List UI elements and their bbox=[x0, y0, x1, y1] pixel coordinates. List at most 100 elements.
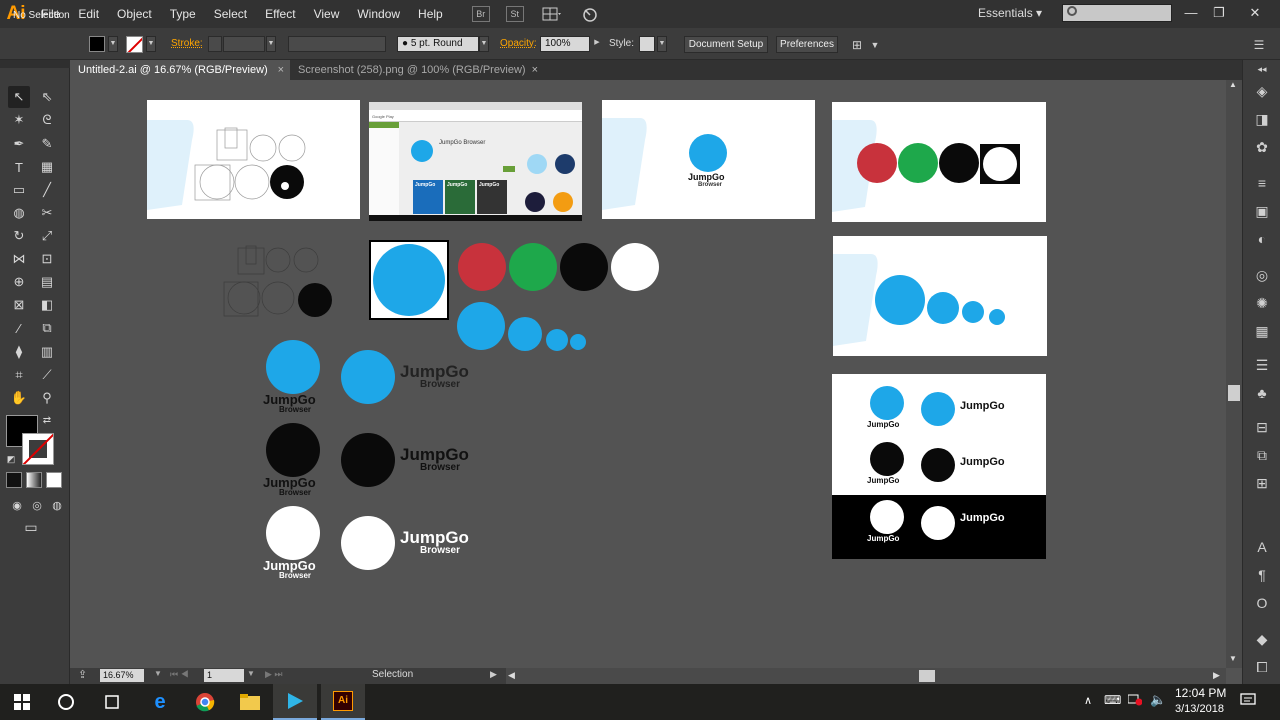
collapse-icon[interactable]: ◂◂ bbox=[1253, 60, 1271, 78]
network-error-icon[interactable] bbox=[1127, 692, 1143, 706]
media-player-icon[interactable] bbox=[273, 684, 317, 720]
last-artboard-icon[interactable]: ▶ ⏭ bbox=[265, 669, 283, 680]
line-tool-icon[interactable]: ▦ bbox=[36, 156, 58, 178]
jumpgo-logo-mark[interactable] bbox=[341, 350, 395, 404]
scroll-thumb[interactable] bbox=[1228, 385, 1240, 401]
shaper-tool-icon[interactable]: ◍ bbox=[8, 202, 30, 224]
perspective-grid-tool-icon[interactable]: ▤ bbox=[36, 271, 58, 293]
chevron-down-icon[interactable]: ▼ bbox=[479, 36, 489, 52]
stroke-swatch[interactable] bbox=[126, 36, 143, 53]
jumpgo-logo-mark[interactable] bbox=[341, 516, 395, 570]
graphic-style-swatch[interactable] bbox=[639, 36, 655, 52]
color-guide-icon[interactable]: ◨ bbox=[1253, 110, 1271, 128]
eyedropper-tool-icon[interactable]: ⁄ bbox=[8, 317, 30, 339]
artboards-panel-icon[interactable]: ⧠ bbox=[1253, 658, 1271, 676]
artboard-lockups[interactable]: JumpGo JumpGo JumpGo JumpGo JumpGo JumpG… bbox=[832, 374, 1046, 559]
logo-size-xsmall[interactable] bbox=[570, 334, 586, 350]
minimize-icon[interactable]: — bbox=[1182, 4, 1200, 22]
symbol-sprayer-tool-icon[interactable]: ⧫ bbox=[8, 341, 30, 363]
layers-panel-icon[interactable]: ◆ bbox=[1253, 630, 1271, 648]
artboard-sketch[interactable] bbox=[147, 100, 360, 219]
logo-size-small[interactable] bbox=[546, 329, 568, 351]
preferences-button[interactable]: Preferences bbox=[776, 36, 838, 53]
stroke-color-box[interactable] bbox=[22, 433, 54, 465]
chevron-right-icon[interactable]: ▶ bbox=[592, 36, 602, 52]
gradient-mode-icon[interactable] bbox=[26, 472, 42, 488]
width-tool-icon[interactable]: ⋈ bbox=[8, 248, 30, 270]
fill-swatch[interactable] bbox=[89, 36, 105, 52]
tab-screenshot-258[interactable]: Screenshot (258).png @ 100% (RGB/Preview… bbox=[290, 60, 544, 80]
cortana-icon[interactable] bbox=[44, 684, 88, 720]
mesh-tool-icon[interactable]: ⊠ bbox=[8, 294, 30, 316]
chevron-down-icon[interactable]: ▼ bbox=[247, 669, 255, 678]
stroke-label[interactable]: Stroke: bbox=[171, 38, 203, 49]
draw-normal-icon[interactable]: ◉ bbox=[6, 494, 28, 516]
edge-icon[interactable]: e bbox=[138, 684, 182, 720]
none-mode-icon[interactable] bbox=[46, 472, 62, 488]
scroll-thumb[interactable] bbox=[919, 670, 935, 682]
jumpgo-logo-mark[interactable] bbox=[266, 423, 320, 477]
jumpgo-logo-mark[interactable] bbox=[266, 340, 320, 394]
artboard-size-variants[interactable] bbox=[833, 236, 1047, 356]
type-tool-icon[interactable]: T bbox=[8, 156, 30, 178]
construction-grid-art[interactable] bbox=[220, 240, 340, 322]
tab-untitled-2[interactable]: Untitled-2.ai @ 16.67% (RGB/Preview) × bbox=[70, 60, 290, 80]
document-setup-button[interactable]: Document Setup bbox=[684, 36, 768, 53]
chevron-down-icon[interactable]: ▼ bbox=[154, 669, 162, 678]
logo-tile-selected[interactable] bbox=[369, 240, 449, 320]
volume-icon[interactable]: 🔈 bbox=[1150, 692, 1166, 708]
brushes-panel-icon[interactable]: ☰ bbox=[1253, 356, 1271, 374]
chevron-up-icon[interactable]: ∧ bbox=[1084, 694, 1092, 707]
paragraph-panel-icon[interactable]: ¶ bbox=[1253, 566, 1271, 584]
symbols-panel-icon[interactable]: ♣ bbox=[1253, 384, 1271, 402]
close-icon[interactable]: ✕ bbox=[1246, 4, 1264, 22]
pen-tool-icon[interactable]: ✒ bbox=[8, 133, 30, 155]
close-icon[interactable]: × bbox=[278, 60, 284, 80]
scroll-up-icon[interactable]: ▲ bbox=[1229, 80, 1237, 89]
help-search-input[interactable] bbox=[1062, 4, 1172, 22]
paintbrush-tool-icon[interactable]: ╱ bbox=[36, 179, 58, 201]
workspace-switcher[interactable]: Essentials ▾ bbox=[978, 6, 1042, 20]
logo-red-variant[interactable] bbox=[458, 243, 506, 291]
clock-time[interactable]: 12:04 PM bbox=[1175, 686, 1226, 700]
share-icon[interactable]: ⇪ bbox=[78, 668, 87, 681]
panel-menu-icon[interactable]: ☰ bbox=[1250, 36, 1268, 54]
file-explorer-icon[interactable] bbox=[228, 684, 272, 720]
chevron-down-icon[interactable]: ▼ bbox=[657, 36, 667, 52]
stock-icon[interactable]: St bbox=[505, 6, 524, 22]
chevron-down-icon[interactable]: ▼ bbox=[866, 36, 884, 54]
blend-tool-icon[interactable]: ⧉ bbox=[36, 317, 58, 339]
opacity-field[interactable]: 100% bbox=[540, 36, 590, 52]
lasso-tool-icon[interactable]: ᘓ bbox=[36, 109, 58, 131]
logo-white-variant[interactable] bbox=[611, 243, 659, 291]
menu-type[interactable]: Type bbox=[161, 0, 205, 28]
chevron-right-icon[interactable]: ▶ bbox=[490, 669, 497, 680]
pathfinder-panel-icon[interactable]: ⧉ bbox=[1253, 446, 1271, 464]
direct-selection-tool-icon[interactable]: ⇖ bbox=[36, 86, 58, 108]
variable-width-profile-select[interactable] bbox=[288, 36, 386, 52]
color-panel-icon[interactable]: ◈ bbox=[1253, 82, 1271, 100]
swatches-panel-icon[interactable]: ▦ bbox=[1253, 322, 1271, 340]
windows-start-icon[interactable] bbox=[0, 684, 44, 720]
artboard-tool-icon[interactable]: ⌗ bbox=[8, 364, 30, 386]
clock-date[interactable]: 3/13/2018 bbox=[1175, 703, 1224, 715]
transparency-panel-icon[interactable]: ◐ bbox=[1253, 230, 1271, 248]
jumpgo-logo-mark[interactable] bbox=[266, 506, 320, 560]
notifications-icon[interactable] bbox=[1240, 692, 1256, 708]
menu-select[interactable]: Select bbox=[205, 0, 256, 28]
menu-help[interactable]: Help bbox=[409, 0, 452, 28]
draw-behind-icon[interactable]: ◎ bbox=[26, 494, 48, 516]
stroke-weight-field[interactable] bbox=[223, 36, 265, 52]
gradient-panel-icon[interactable]: ▣ bbox=[1253, 202, 1271, 220]
scroll-left-icon[interactable]: ◀ bbox=[508, 670, 515, 681]
opentype-panel-icon[interactable]: O bbox=[1253, 594, 1271, 612]
task-view-icon[interactable] bbox=[90, 684, 134, 720]
scroll-right-icon[interactable]: ▶ bbox=[1213, 670, 1220, 681]
input-indicator-icon[interactable]: ⌨ bbox=[1104, 693, 1121, 707]
artboard-color-variants[interactable] bbox=[832, 102, 1046, 222]
appearance-panel-icon[interactable]: ◎ bbox=[1253, 266, 1271, 284]
menu-window[interactable]: Window bbox=[348, 0, 409, 28]
logo-size-medium[interactable] bbox=[508, 317, 542, 351]
artboard-logo-centered[interactable]: JumpGo Browser bbox=[602, 100, 815, 219]
logo-green-variant[interactable] bbox=[509, 243, 557, 291]
